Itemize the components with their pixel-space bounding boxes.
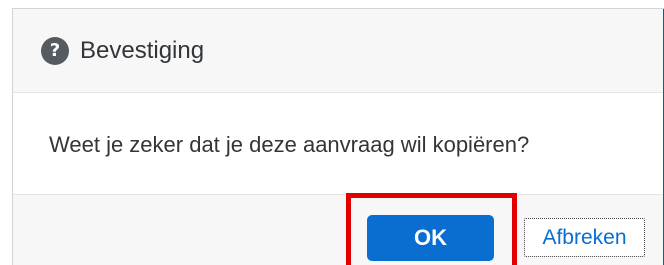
dialog-body: Weet je zeker dat je deze aanvraag wil k… xyxy=(13,93,663,195)
dialog-header: ? Bevestiging xyxy=(13,9,663,93)
ok-button[interactable]: OK xyxy=(367,215,494,261)
cancel-button[interactable]: Afbreken xyxy=(524,218,645,257)
dialog-message: Weet je zeker dat je deze aanvraag wil k… xyxy=(49,132,530,157)
dialog-title: Bevestiging xyxy=(80,37,205,64)
confirmation-dialog: ? Bevestiging Weet je zeker dat je deze … xyxy=(12,8,664,265)
help-icon: ? xyxy=(41,37,69,65)
dialog-footer: OK Afbreken xyxy=(13,195,663,265)
screen: ? Bevestiging Weet je zeker dat je deze … xyxy=(0,0,664,265)
